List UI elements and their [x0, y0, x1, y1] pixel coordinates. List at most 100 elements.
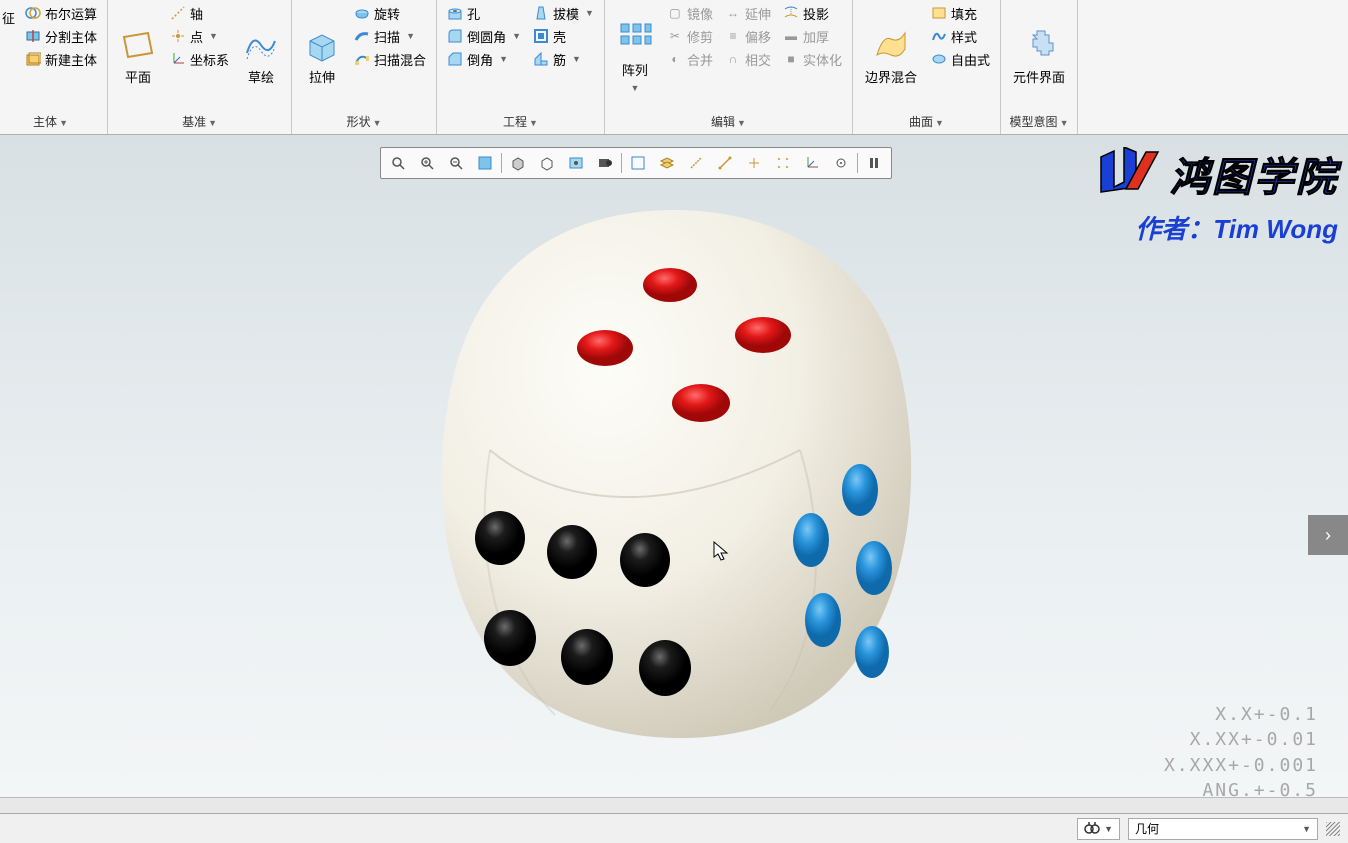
named-view-button[interactable]	[624, 151, 652, 175]
mirror-button[interactable]: ▢镜像	[663, 2, 717, 24]
intersect-button[interactable]: ∩相交	[721, 48, 775, 70]
refit-button[interactable]	[471, 151, 499, 175]
thicken-icon: ▬	[783, 28, 799, 44]
view-manager-button[interactable]	[562, 151, 590, 175]
component-interface-button[interactable]: 元件界面	[1007, 2, 1071, 110]
graphics-toolbar	[380, 147, 892, 179]
csys-button[interactable]: 坐标系	[166, 48, 233, 70]
draft-button[interactable]: 拔模▼	[529, 2, 598, 24]
sweep-button[interactable]: 扫描▼	[350, 25, 430, 47]
axis-display-button[interactable]	[740, 151, 768, 175]
extrude-icon	[304, 27, 340, 63]
sketch-button[interactable]: 草绘	[237, 2, 285, 110]
project-button[interactable]: 投影	[779, 2, 846, 24]
shape-group-label[interactable]: 形状▼	[298, 110, 430, 134]
point-button[interactable]: 点▼	[166, 25, 233, 47]
eng-group-label[interactable]: 工程▼	[443, 110, 598, 134]
round-label: 倒圆角	[467, 27, 506, 46]
binoculars-icon	[1084, 820, 1100, 837]
boolean-op-button[interactable]: 布尔运算	[21, 2, 101, 24]
watermark-title: 鸿图学院	[1170, 145, 1338, 203]
freestyle-button[interactable]: 自由式	[927, 48, 994, 70]
tol-line: X.X+-0.1	[1164, 702, 1318, 727]
solidify-icon: ■	[783, 51, 799, 67]
selection-filter-label: 几何	[1135, 820, 1159, 837]
extrude-label: 拉伸	[309, 67, 335, 86]
body-group-label[interactable]: 主体▼	[0, 110, 101, 134]
axis-button[interactable]: 轴	[166, 2, 233, 24]
draft-icon	[533, 5, 549, 21]
pattern-button[interactable]: 阵列▼	[611, 2, 659, 110]
round-button[interactable]: 倒圆角▼	[443, 25, 525, 47]
point-label: 点	[190, 27, 203, 46]
sketch-label: 草绘	[248, 67, 274, 86]
resize-grip[interactable]	[1326, 822, 1340, 836]
merge-button[interactable]: ◐合并	[663, 48, 717, 70]
find-dropdown[interactable]: ▼	[1077, 818, 1120, 840]
pause-button[interactable]	[860, 151, 888, 175]
intent-group-label[interactable]: 模型意图▼	[1007, 110, 1071, 134]
selection-filter-dropdown[interactable]: 几何 ▼	[1128, 818, 1318, 840]
sweep-blend-label: 扫描混合	[374, 50, 426, 69]
offset-button[interactable]: ≡偏移	[721, 25, 775, 47]
csys-icon	[170, 51, 186, 67]
split-body-label: 分割主体	[45, 27, 97, 46]
spin-center-button[interactable]	[827, 151, 855, 175]
ribbon-group-body: 征 布尔运算 分割主体 新建主体 主体▼	[0, 0, 108, 134]
component-icon	[1021, 27, 1057, 63]
point-display-button[interactable]	[769, 151, 797, 175]
fill-button[interactable]: 填充	[927, 2, 994, 24]
saved-view-button[interactable]	[533, 151, 561, 175]
feature-tab-label: 征	[0, 4, 17, 29]
tolerance-display: X.X+-0.1 X.XX+-0.01 X.XXX+-0.001 ANG.+-0…	[1164, 702, 1318, 803]
merge-icon: ◐	[667, 51, 683, 67]
tol-line: X.XXX+-0.001	[1164, 753, 1318, 778]
shell-button[interactable]: 壳	[529, 25, 598, 47]
display-style-button[interactable]	[504, 151, 532, 175]
sweep-blend-button[interactable]: 扫描混合	[350, 48, 430, 70]
csys-label: 坐标系	[190, 50, 229, 69]
thicken-button[interactable]: ▬加厚	[779, 25, 846, 47]
extrude-button[interactable]: 拉伸	[298, 2, 346, 110]
rib-button[interactable]: 筋▼	[529, 48, 598, 70]
zoom-out-button[interactable]	[442, 151, 470, 175]
dice-model[interactable]	[405, 190, 945, 750]
edit-group-label[interactable]: 编辑▼	[611, 110, 846, 134]
perspective-button[interactable]	[591, 151, 619, 175]
chamfer-label: 倒角	[467, 50, 493, 69]
layers-button[interactable]	[653, 151, 681, 175]
ribbon-group-intent: 元件界面 模型意图▼	[1001, 0, 1078, 134]
boundary-blend-button[interactable]: 边界混合	[859, 2, 923, 110]
split-body-button[interactable]: 分割主体	[21, 25, 101, 47]
axis-icon	[170, 5, 186, 21]
side-panel-expand[interactable]: ›	[1308, 515, 1348, 555]
zoom-fit-button[interactable]	[384, 151, 412, 175]
plane-button[interactable]: 平面	[114, 2, 162, 110]
annot-display-button[interactable]	[682, 151, 710, 175]
hole-button[interactable]: 孔	[443, 2, 525, 24]
revolve-label: 旋转	[374, 4, 400, 23]
zoom-in-button[interactable]	[413, 151, 441, 175]
watermark-logo-icon	[1096, 147, 1166, 201]
horizontal-scrollbar[interactable]	[0, 797, 1348, 813]
trim-button[interactable]: ✂修剪	[663, 25, 717, 47]
ribbon: 征 布尔运算 分割主体 新建主体 主体▼	[0, 0, 1348, 135]
datum-group-label[interactable]: 基准▼	[114, 110, 285, 134]
surface-group-label[interactable]: 曲面▼	[859, 110, 994, 134]
ribbon-group-engineering: 孔 倒圆角▼ 倒角▼ 拔模▼ 壳 筋▼ 工程▼	[437, 0, 605, 134]
revolve-icon	[354, 5, 370, 21]
new-body-button[interactable]: 新建主体	[21, 48, 101, 70]
ribbon-group-shape: 拉伸 旋转 扫描▼ 扫描混合 形状▼	[292, 0, 437, 134]
solidify-button[interactable]: ■实体化	[779, 48, 846, 70]
chamfer-button[interactable]: 倒角▼	[443, 48, 525, 70]
sweep-label: 扫描	[374, 27, 400, 46]
extend-button[interactable]: ↔延伸	[721, 2, 775, 24]
hole-label: 孔	[467, 4, 480, 23]
style-button[interactable]: 样式	[927, 25, 994, 47]
split-icon	[25, 28, 41, 44]
revolve-button[interactable]: 旋转	[350, 2, 430, 24]
csys-display-button[interactable]	[798, 151, 826, 175]
viewport-3d[interactable]: 鸿图学院 作者：Tim Wong X.X+-0.1 X.XX+-0.01 X.X…	[0, 135, 1348, 813]
datum-display-button[interactable]	[711, 151, 739, 175]
intersect-icon: ∩	[725, 51, 741, 67]
